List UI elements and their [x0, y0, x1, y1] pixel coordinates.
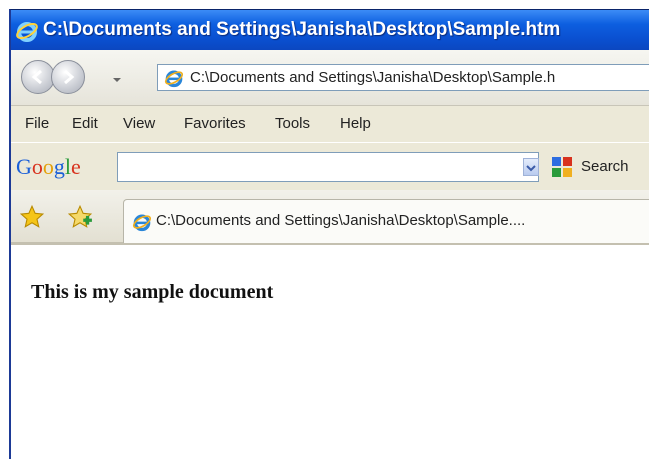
- tab-sample[interactable]: C:\Documents and Settings\Janisha\Deskto…: [123, 199, 649, 243]
- window-title: C:\Documents and Settings\Janisha\Deskto…: [43, 19, 561, 40]
- history-dropdown[interactable]: [111, 71, 123, 83]
- ie-icon: [132, 212, 152, 236]
- back-arrow-icon: [31, 69, 42, 85]
- browser-window: C:\Documents and Settings\Janisha\Deskto…: [9, 9, 649, 459]
- favorites-star-icon[interactable]: [19, 204, 45, 234]
- address-bar[interactable]: C:\Documents and Settings\Janisha\Deskto…: [157, 64, 649, 91]
- menu-edit[interactable]: Edit: [72, 115, 98, 132]
- google-dropdown-button[interactable]: [523, 158, 539, 176]
- document-text: This is my sample document: [31, 281, 274, 303]
- google-search-input[interactable]: [117, 152, 539, 182]
- google-search-label: Search: [581, 158, 629, 175]
- tab-bar: C:\Documents and Settings\Janisha\Deskto…: [11, 190, 649, 245]
- menu-bar: File Edit View Favorites Tools Help: [11, 106, 649, 142]
- navigation-bar: C:\Documents and Settings\Janisha\Deskto…: [11, 50, 649, 106]
- google-logo-letter: e: [71, 154, 81, 179]
- title-bar: C:\Documents and Settings\Janisha\Deskto…: [11, 10, 649, 50]
- chevron-down-icon: [526, 165, 536, 172]
- menu-view[interactable]: View: [123, 115, 155, 132]
- tab-title: C:\Documents and Settings\Janisha\Deskto…: [156, 212, 526, 229]
- google-logo-letter: o: [42, 154, 54, 179]
- ie-icon: [164, 68, 184, 90]
- google-logo-letter: G: [16, 154, 32, 179]
- google-logo-letter: o: [31, 154, 43, 179]
- menu-file[interactable]: File: [25, 115, 49, 132]
- page-content: This is my sample document: [11, 245, 649, 459]
- menu-favorites[interactable]: Favorites: [184, 115, 246, 132]
- menu-tools[interactable]: Tools: [275, 115, 310, 132]
- add-favorites-icon[interactable]: [67, 204, 93, 234]
- forward-arrow-icon: [64, 69, 75, 85]
- google-logo-letter: g: [53, 154, 65, 179]
- back-button[interactable]: [21, 60, 55, 94]
- google-toolbar: Google Search: [11, 142, 649, 191]
- chevron-down-icon: [113, 78, 121, 82]
- google-logo: Google: [16, 154, 81, 180]
- menu-help[interactable]: Help: [340, 115, 371, 132]
- forward-button[interactable]: [51, 60, 85, 94]
- google-icon: [551, 156, 575, 188]
- address-text: C:\Documents and Settings\Janisha\Deskto…: [190, 69, 556, 86]
